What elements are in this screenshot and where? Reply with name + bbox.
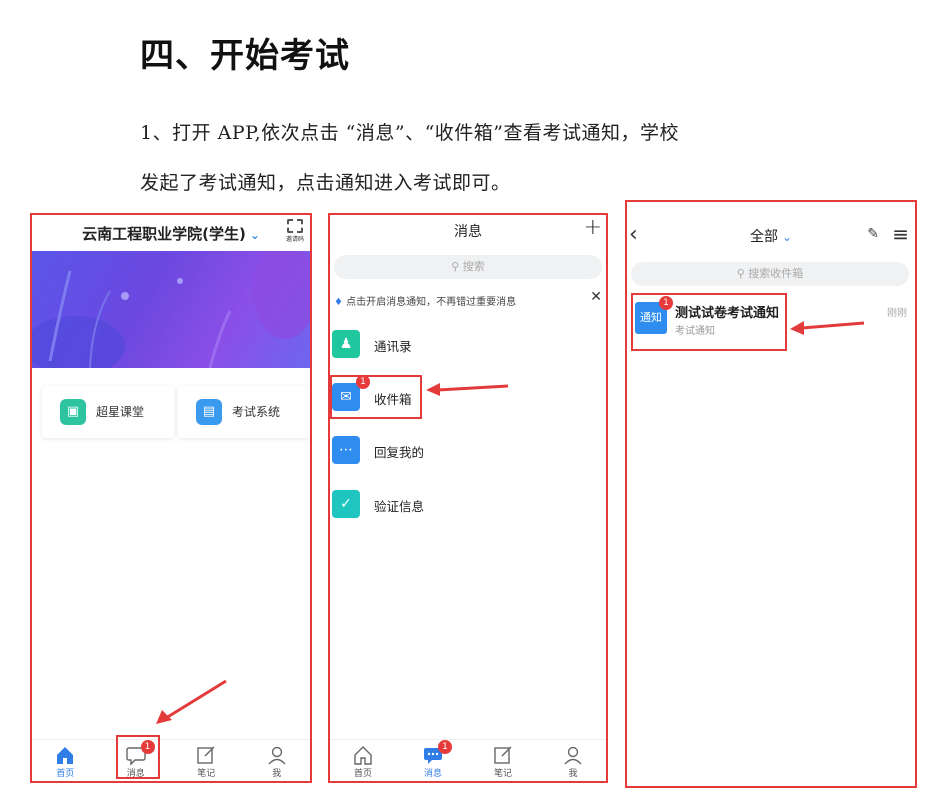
search-icon: ⚲	[451, 260, 460, 273]
shield-check-icon: ✓	[332, 490, 360, 518]
tab-me[interactable]: 我	[242, 740, 313, 783]
home-banner[interactable]	[30, 243, 312, 376]
chevron-down-icon: ⌄	[249, 228, 260, 242]
invite-code-label: 邀请码	[285, 236, 304, 243]
instruction-line-1: 1、打开 APP,依次点击 “消息”、“收件箱”查看考试通知，学校	[140, 122, 680, 144]
screenshot-inbox: ‹ 全部 ⌄ ✎ ≡ ⚲ 搜索收件箱 通知 1 测试试卷考试通知 考试通知 刚刚	[625, 200, 917, 788]
page-title: 消息	[454, 224, 482, 240]
section-heading: 四、开始考试	[140, 36, 350, 76]
item-subtitle: 考试通知	[675, 326, 715, 337]
home-icon	[57, 747, 74, 764]
tab-messages[interactable]: 1 消息	[398, 740, 468, 783]
tab-label: 我	[568, 769, 578, 779]
bottom-tab-bar: 首页 1 消息 笔记 我	[328, 739, 608, 783]
tab-label: 我	[272, 769, 282, 779]
edit-icon[interactable]: ✎	[867, 226, 879, 242]
tab-label: 笔记	[493, 769, 512, 779]
arrow-to-messages-icon	[156, 679, 227, 724]
scan-icon	[287, 219, 303, 233]
plus-icon[interactable]: +	[584, 215, 602, 240]
tab-me[interactable]: 我	[538, 740, 608, 783]
bell-icon: ♦	[334, 297, 343, 308]
tab-home[interactable]: 首页	[30, 740, 101, 783]
card-chaoxing-class[interactable]: ▣ 超星课堂	[42, 386, 174, 438]
tab-label: 首页	[56, 769, 75, 779]
arrow-to-inbox	[426, 383, 509, 396]
card-label: 超星课堂	[96, 405, 145, 419]
person-icon	[268, 746, 286, 765]
menu-icon[interactable]: ≡	[892, 222, 909, 246]
invite-code-button[interactable]: 邀请码	[284, 219, 306, 245]
unread-badge: 1	[438, 740, 452, 754]
list-item-exam-notice[interactable]: 通知 1 测试试卷考试通知 考试通知 刚刚	[635, 296, 911, 348]
unread-badge: 1	[356, 375, 370, 389]
note-icon	[494, 746, 512, 764]
tab-label: 笔记	[197, 769, 216, 779]
tab-notes[interactable]: 笔记	[468, 740, 538, 783]
tab-label: 消息	[126, 769, 145, 779]
card-label: 考试系统	[232, 405, 281, 419]
school-name: 云南工程职业学院(学生)	[82, 225, 246, 243]
row-label: 通讯录	[374, 339, 412, 354]
tab-notes[interactable]: 笔记	[171, 740, 242, 783]
row-label: 收件箱	[374, 392, 412, 407]
tab-label: 首页	[353, 769, 372, 779]
contacts-icon: ♟	[332, 330, 360, 358]
row-replies[interactable]: ⋯ 回复我的	[332, 432, 592, 468]
filter-label: 全部	[749, 229, 778, 245]
search-input[interactable]: ⚲ 搜索	[334, 255, 602, 279]
row-label: 验证信息	[374, 499, 425, 514]
presentation-icon: ▣	[60, 399, 86, 425]
note-icon	[197, 746, 215, 764]
row-contacts[interactable]: ♟ 通讯录	[332, 326, 592, 362]
tab-messages[interactable]: 1 消息	[101, 740, 172, 783]
close-icon[interactable]: ✕	[590, 289, 602, 305]
search-placeholder: 搜索收件箱	[748, 267, 804, 280]
instruction-line-2: 发起了考试通知，点击通知进入考试即可。	[140, 172, 511, 194]
notification-tip[interactable]: ♦ 点击开启消息通知，不再错过重要消息	[334, 293, 516, 308]
exam-icon: ▤	[196, 399, 222, 425]
notice-text: 点击开启消息通知，不再错过重要消息	[346, 297, 517, 308]
bottom-tab-bar: 首页 1 消息 笔记 我	[30, 739, 312, 783]
item-time: 刚刚	[887, 308, 907, 319]
arrow-to-notice	[790, 321, 865, 335]
tab-label: 消息	[423, 769, 442, 779]
person-icon	[564, 746, 582, 765]
screenshot-messages: 消息 + ⚲ 搜索 ♦ 点击开启消息通知，不再错过重要消息 ✕ ♟ 通讯录 ✉ …	[328, 213, 608, 783]
home-icon	[354, 746, 372, 765]
unread-badge: 1	[659, 296, 673, 310]
search-placeholder: 搜索	[462, 260, 485, 273]
row-verification[interactable]: ✓ 验证信息	[332, 486, 592, 522]
search-input[interactable]: ⚲ 搜索收件箱	[631, 262, 909, 286]
row-label: 回复我的	[374, 445, 425, 460]
inbox-icon: ✉	[332, 383, 360, 411]
unread-badge: 1	[140, 740, 155, 754]
search-icon: ⚲	[736, 267, 745, 280]
item-title: 测试试卷考试通知	[675, 306, 780, 321]
reply-bubble-icon: ⋯	[332, 436, 360, 464]
card-exam-system[interactable]: ▤ 考试系统	[178, 386, 310, 438]
tab-home[interactable]: 首页	[328, 740, 398, 783]
chevron-down-icon: ⌄	[781, 230, 793, 244]
school-selector[interactable]: 云南工程职业学院(学生) ⌄	[30, 223, 312, 244]
banner-decoration	[30, 243, 312, 376]
